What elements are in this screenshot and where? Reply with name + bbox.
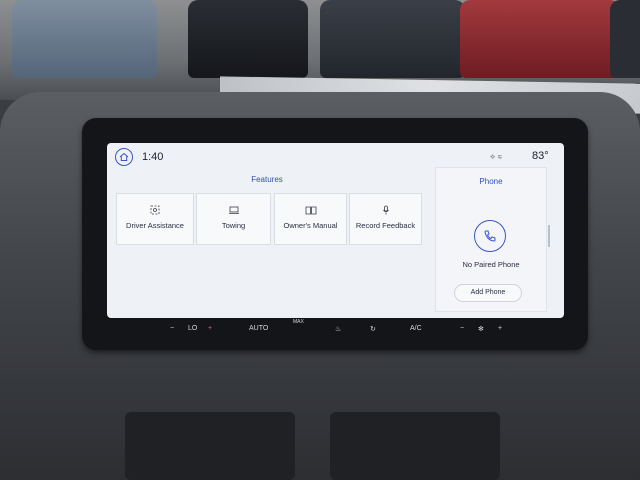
status-bar: 1:40 ⟡ ≋ 83°	[107, 143, 564, 167]
towing-tile[interactable]: Towing	[196, 193, 271, 245]
parked-car	[188, 0, 308, 78]
fan-speed-decrease-button[interactable]: −	[460, 325, 464, 332]
max-defrost-button[interactable]: MAX	[293, 319, 304, 325]
tile-label: Owner's Manual	[283, 221, 338, 230]
fan-increase-button[interactable]: +	[208, 325, 212, 332]
home-icon	[119, 152, 129, 161]
phone-icon	[484, 230, 496, 242]
air-vent	[125, 412, 295, 480]
towing-icon	[197, 202, 270, 220]
recirculation-icon[interactable]: ↻	[370, 325, 376, 333]
fan-speed-increase-button[interactable]: +	[498, 325, 502, 332]
outside-temperature: 83°	[532, 150, 549, 162]
phone-title: Phone	[479, 177, 503, 186]
driver-assist-icon	[117, 202, 193, 220]
tile-label: Driver Assistance	[126, 221, 184, 230]
air-vent	[330, 412, 500, 480]
add-phone-button[interactable]: Add Phone	[454, 284, 522, 302]
fan-icon: ✻	[478, 326, 484, 333]
ac-button[interactable]: A/C	[410, 325, 422, 332]
microphone-icon	[350, 202, 421, 220]
parked-car	[12, 0, 157, 78]
phone-panel: Phone No Paired Phone Add Phone	[435, 167, 547, 312]
record-feedback-tile[interactable]: Record Feedback	[349, 193, 422, 245]
clock: 1:40	[142, 151, 164, 163]
book-icon	[275, 202, 346, 220]
infotainment-screen: 1:40 ⟡ ≋ 83° Features Driver Assistance …	[107, 143, 564, 318]
connectivity-icon: ⟡ ≋	[490, 152, 503, 161]
home-button[interactable]	[115, 148, 133, 166]
tile-label: Record Feedback	[355, 221, 416, 230]
parked-car	[610, 0, 640, 78]
auto-button[interactable]: AUTO	[249, 325, 268, 332]
climate-control-bar: − LO + AUTO MAX ♨ ↻ A/C − ✻ +	[160, 317, 520, 343]
scroll-indicator[interactable]	[548, 225, 550, 247]
fan-decrease-button[interactable]: −	[170, 325, 174, 332]
owners-manual-tile[interactable]: Owner's Manual	[274, 193, 347, 245]
parked-car	[320, 0, 465, 78]
features-title: Features	[251, 175, 283, 184]
parked-car	[460, 0, 620, 78]
tile-label: Towing	[221, 221, 246, 230]
phone-button[interactable]	[474, 220, 506, 252]
driver-assistance-tile[interactable]: Driver Assistance	[116, 193, 194, 245]
fan-level: LO	[188, 325, 198, 332]
phone-status: No Paired Phone	[462, 260, 520, 269]
seat-heat-icon[interactable]: ♨	[335, 325, 341, 333]
